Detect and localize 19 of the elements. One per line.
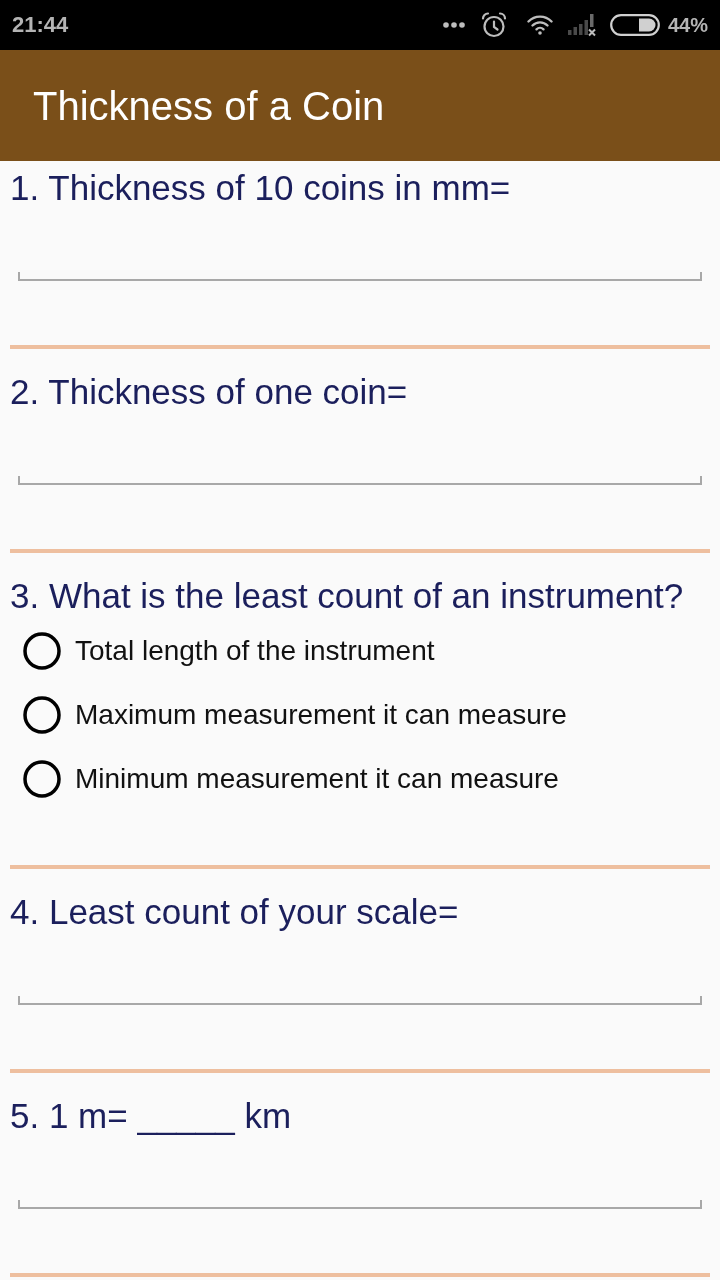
option-label[interactable]: Minimum measurement it can measure [75,762,559,796]
more-dots-icon [442,22,465,28]
battery-icon [609,14,660,36]
question-text: 1. Thickness of 10 coins in mm= [9,168,511,208]
question-text: 5. 1 m= _____ km [9,1096,292,1136]
question-text: 2. Thickness of one coin= [9,372,408,412]
option-label[interactable]: Total length of the instrument [75,634,435,668]
no-signal-icon [567,13,598,37]
app-title: Thickness of a Coin [33,82,385,130]
question-text: 4. Least count of your scale= [9,892,459,932]
radio-button[interactable] [23,632,61,670]
question-text: 3. What is the least count of an instrument? [9,576,684,616]
option-label[interactable]: Maximum measurement it can measure [75,698,567,732]
wifi-icon [526,15,553,35]
battery-percent: 44% [667,15,708,35]
radio-button[interactable] [23,696,61,734]
radio-button[interactable] [23,760,61,798]
status-time: 21:44 [12,14,69,36]
alarm-clock-icon [480,12,507,38]
